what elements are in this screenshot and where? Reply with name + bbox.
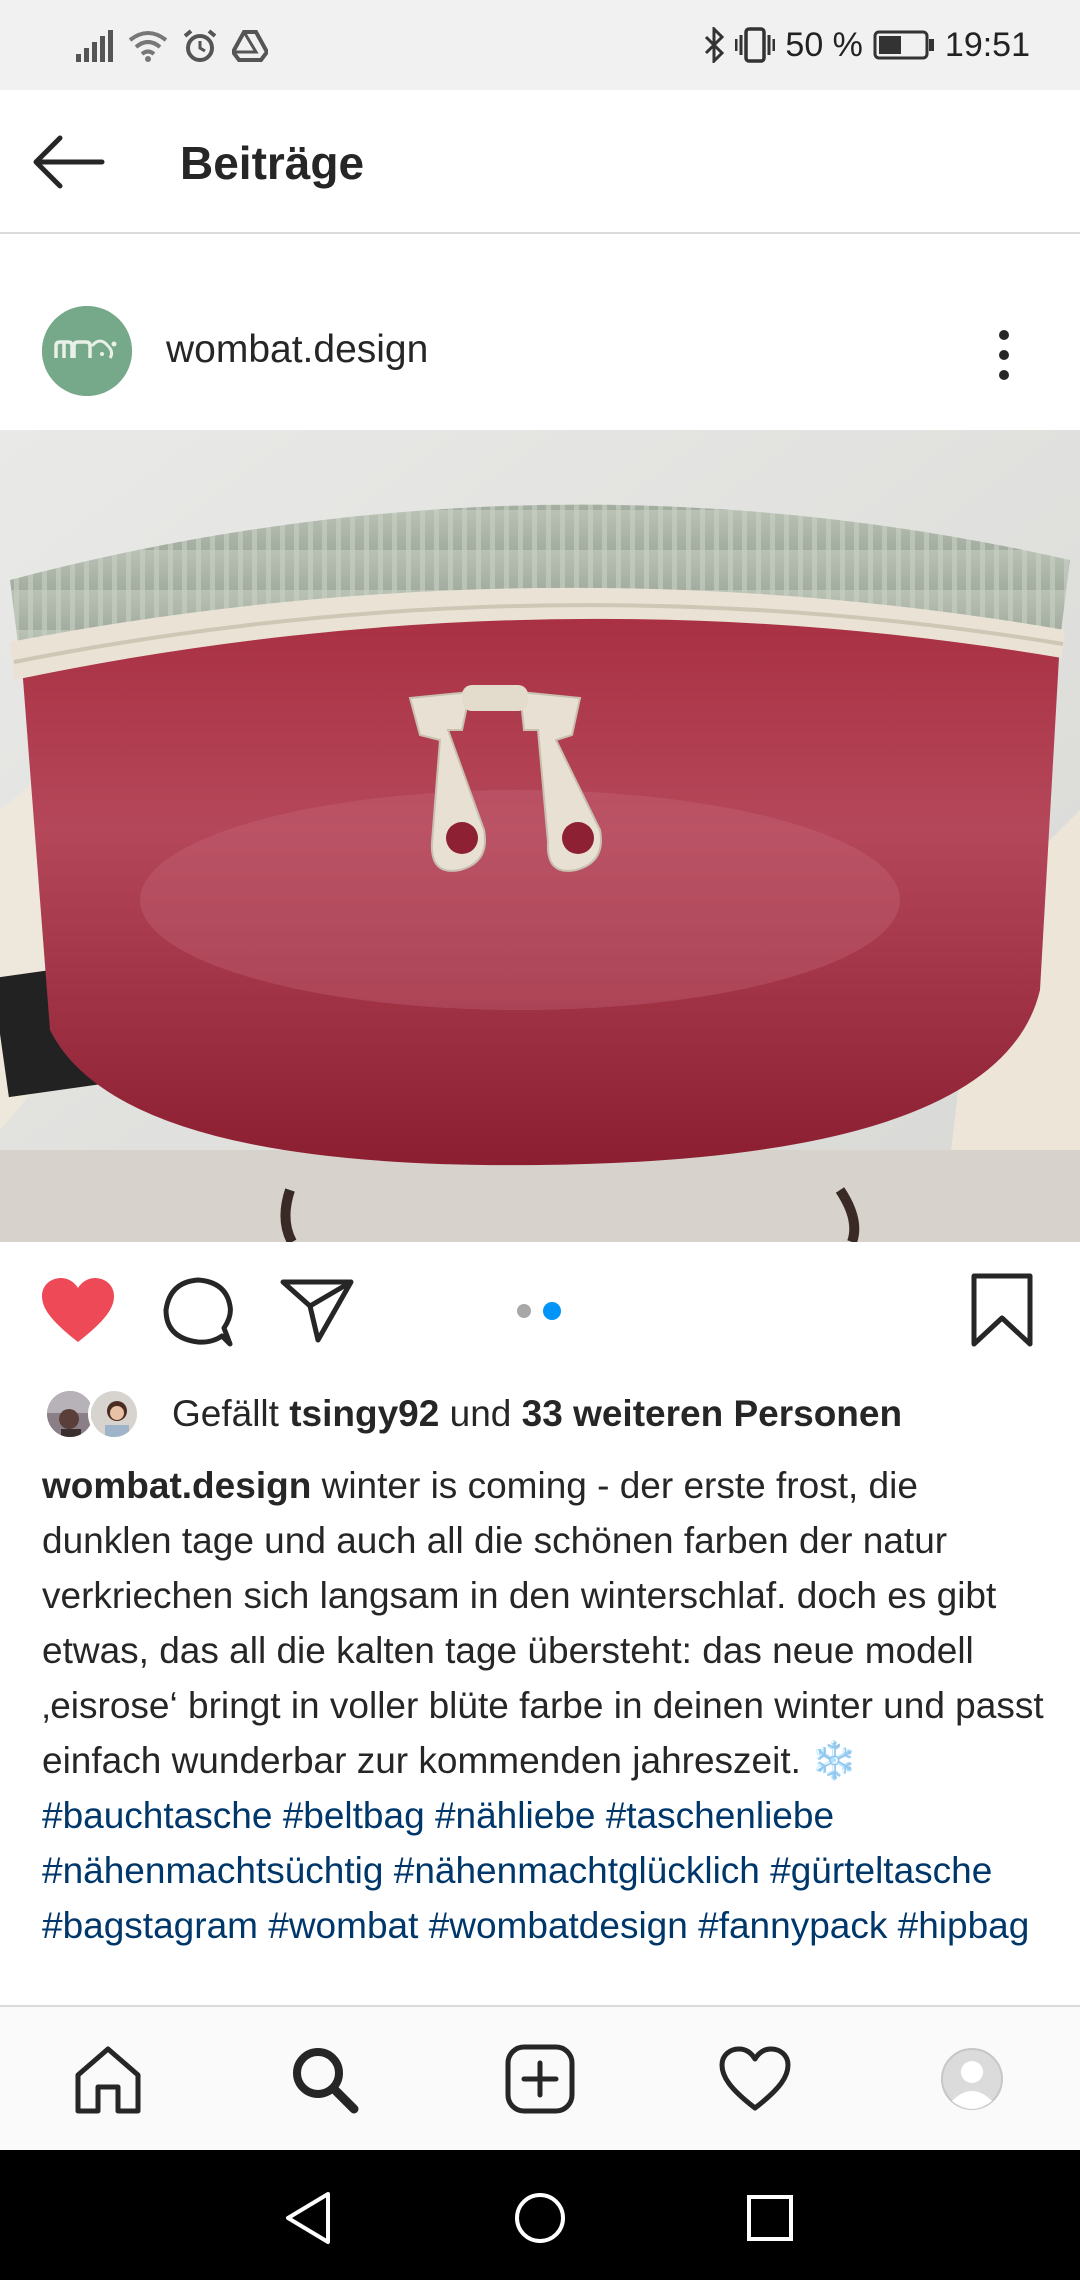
profile-icon: [941, 2048, 1003, 2110]
hashtag[interactable]: #gürteltasche: [770, 1850, 992, 1891]
page-header: Beiträge: [0, 90, 1080, 234]
system-home-button[interactable]: [510, 2188, 570, 2248]
wifi-icon: [128, 31, 168, 62]
comment-button[interactable]: [162, 1276, 234, 1353]
recents-square-icon: [747, 2195, 793, 2241]
more-dot-icon: [999, 330, 1009, 340]
nav-home[interactable]: [68, 2039, 148, 2119]
likes-text: Gefällt tsingy92 und 33 weiteren Persone…: [172, 1393, 902, 1435]
likes-middle: und: [439, 1393, 522, 1434]
post-username[interactable]: wombat.design: [166, 328, 428, 372]
home-icon: [75, 2046, 141, 2114]
bottom-navigation: [0, 2005, 1080, 2150]
add-post-icon: [505, 2044, 575, 2114]
status-time: 19:51: [944, 25, 1030, 64]
nav-activity[interactable]: [715, 2039, 795, 2119]
likes-others[interactable]: 33 weiteren Personen: [522, 1393, 902, 1434]
carousel-dot-active: [543, 1302, 561, 1320]
search-icon: [293, 2048, 359, 2114]
caption-text: winter is coming - der erste frost, die …: [42, 1465, 1044, 1781]
wombat-logo-icon: [42, 306, 132, 396]
bookmark-icon: [971, 1273, 1033, 1347]
nav-search[interactable]: [284, 2039, 364, 2119]
page-title: Beiträge: [180, 137, 365, 189]
more-dot-icon: [999, 350, 1009, 360]
liker-username[interactable]: tsingy92: [289, 1393, 439, 1434]
system-navigation: [0, 2150, 1080, 2280]
hashtag[interactable]: #wombatdesign: [429, 1905, 688, 1946]
snowflake-emoji: ❄️: [811, 1740, 858, 1781]
activity-heart-icon: [719, 2046, 791, 2111]
back-triangle-icon: [286, 2192, 330, 2244]
hashtag[interactable]: #taschenliebe: [606, 1795, 834, 1836]
paper-plane-icon: [280, 1279, 354, 1343]
more-options-button[interactable]: [992, 324, 1016, 388]
likes-prefix: Gefällt: [172, 1393, 290, 1434]
save-button[interactable]: [970, 1272, 1034, 1353]
home-circle-icon: [515, 2193, 565, 2243]
avatar[interactable]: [42, 306, 132, 396]
hashtag[interactable]: #fannypack: [698, 1905, 887, 1946]
share-button[interactable]: [280, 1278, 354, 1349]
nav-profile[interactable]: [932, 2039, 1012, 2119]
carousel-indicator: [517, 1302, 561, 1320]
nav-new-post[interactable]: [500, 2039, 580, 2119]
hashtag[interactable]: #nähliebe: [435, 1795, 595, 1836]
hashtag[interactable]: #beltbag: [283, 1795, 425, 1836]
liker-avatar-photo-icon: [91, 1391, 137, 1437]
liker-avatar: [88, 1388, 140, 1440]
status-bar: 50 % 19:51: [0, 0, 1080, 90]
post-image[interactable]: [0, 430, 1080, 1242]
arrow-left-icon: [33, 135, 105, 189]
system-recents-button[interactable]: [740, 2188, 800, 2248]
heart-filled-icon: [42, 1278, 114, 1342]
like-button[interactable]: [40, 1276, 116, 1349]
hashtag[interactable]: #bagstagram: [42, 1905, 258, 1946]
caption-username[interactable]: wombat.design: [42, 1465, 311, 1506]
post-caption: wombat.design winter is coming - der ers…: [42, 1458, 1052, 1953]
carousel-dot: [517, 1304, 531, 1318]
back-button[interactable]: [30, 130, 110, 194]
alarm-icon: [183, 29, 217, 62]
hashtag[interactable]: #bauchtasche: [42, 1795, 272, 1836]
drive-icon: [232, 30, 268, 62]
hashtag[interactable]: #hipbag: [898, 1905, 1030, 1946]
battery-icon: [873, 30, 934, 60]
post-actions: [0, 1242, 1080, 1378]
bluetooth-icon: [705, 27, 725, 63]
system-back-button[interactable]: [278, 2188, 338, 2248]
hashtag[interactable]: #wombat: [268, 1905, 418, 1946]
belt-bag-photo: [0, 430, 1080, 1242]
likes-row[interactable]: Gefällt tsingy92 und 33 weiteren Persone…: [44, 1384, 902, 1444]
post-header: wombat.design: [0, 236, 1080, 430]
signal-icon: [76, 30, 113, 62]
liker-avatars: [44, 1386, 148, 1442]
status-left: [76, 24, 268, 68]
hashtag[interactable]: #nähenmachtsüchtig: [42, 1850, 383, 1891]
hashtag[interactable]: #nähenmachtglücklich: [394, 1850, 760, 1891]
more-dot-icon: [999, 370, 1009, 380]
comment-bubble-icon: [163, 1277, 233, 1347]
battery-percent: 50 %: [785, 25, 863, 64]
status-right: 50 % 19:51: [703, 22, 1030, 68]
vibrate-icon: [735, 27, 776, 63]
